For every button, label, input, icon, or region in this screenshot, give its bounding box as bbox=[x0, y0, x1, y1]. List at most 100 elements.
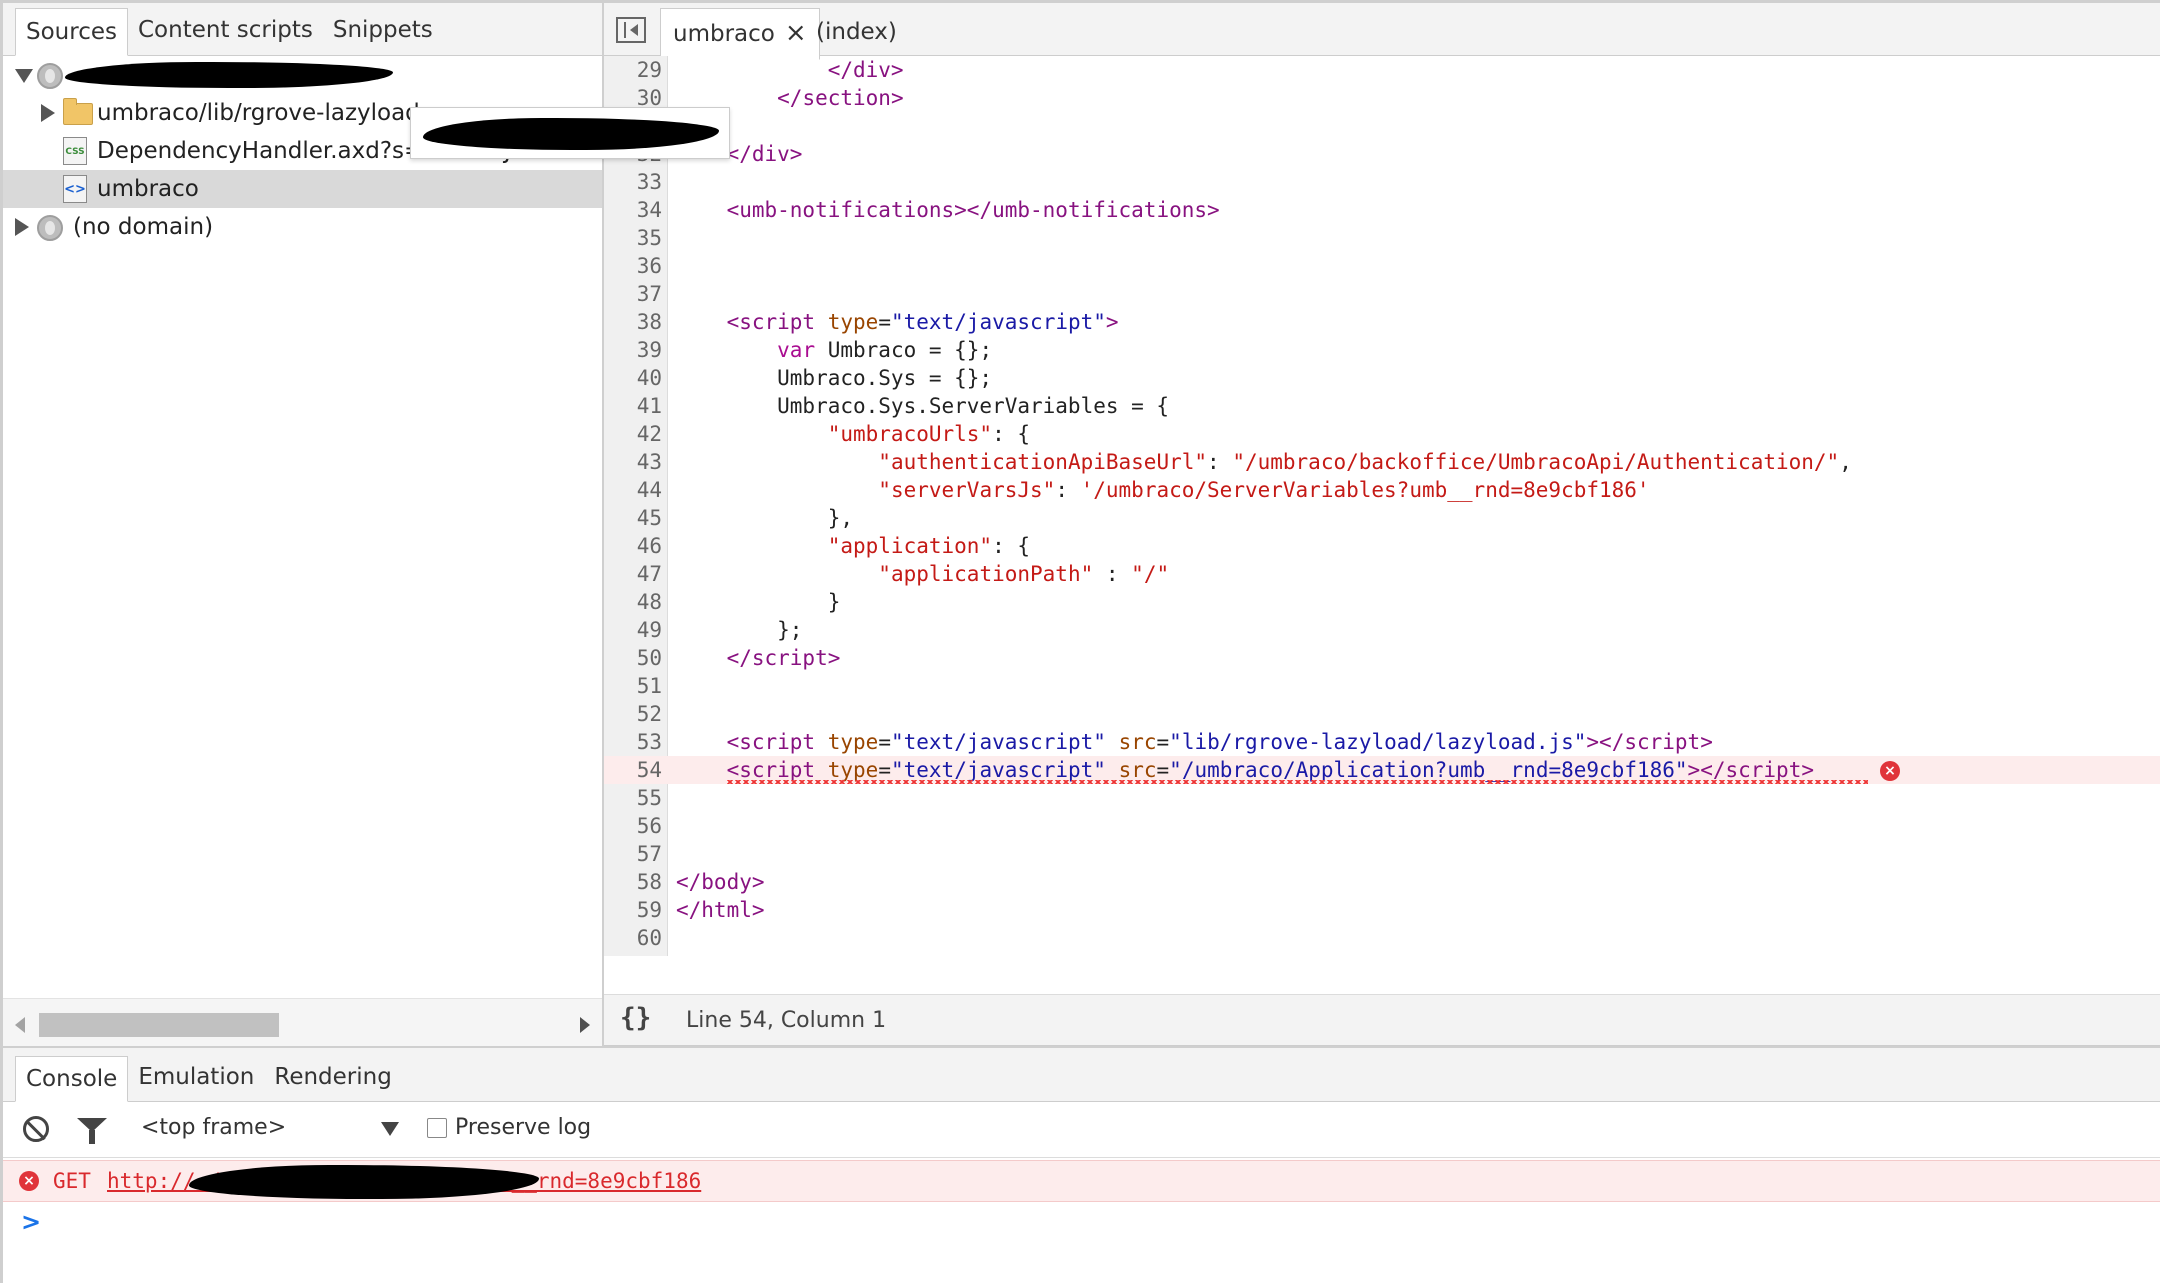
code-line[interactable]: 51 bbox=[604, 672, 2160, 700]
line-number[interactable]: 40 bbox=[604, 364, 662, 392]
code-line[interactable]: 55 bbox=[604, 784, 2160, 812]
code-line[interactable]: 41 Umbraco.Sys.ServerVariables = { bbox=[604, 392, 2160, 420]
cursor-position: Line 54, Column 1 bbox=[686, 1008, 887, 1033]
code-line[interactable]: 38 <script type="text/javascript"> bbox=[604, 308, 2160, 336]
preserve-log-label: Preserve log bbox=[455, 1115, 592, 1140]
tab-umbraco[interactable]: umbraco × bbox=[660, 8, 820, 60]
line-number[interactable]: 42 bbox=[604, 420, 662, 448]
line-number[interactable]: 45 bbox=[604, 504, 662, 532]
line-number[interactable]: 46 bbox=[604, 532, 662, 560]
code-text: }, bbox=[676, 506, 854, 530]
code-line[interactable]: 45 }, bbox=[604, 504, 2160, 532]
line-number[interactable]: 36 bbox=[604, 252, 662, 280]
code-line[interactable]: 56 bbox=[604, 812, 2160, 840]
line-number[interactable]: 44 bbox=[604, 476, 662, 504]
tree-item-no-domain[interactable]: (no domain) bbox=[3, 208, 602, 246]
code-line[interactable]: 36 bbox=[604, 252, 2160, 280]
scroll-right-arrow-icon[interactable] bbox=[580, 1017, 590, 1033]
line-number[interactable]: 56 bbox=[604, 812, 662, 840]
code-line[interactable]: 33 bbox=[604, 168, 2160, 196]
tab-content-scripts[interactable]: Content scripts bbox=[128, 7, 323, 55]
code-line[interactable]: 52 bbox=[604, 700, 2160, 728]
code-line[interactable]: 40 Umbraco.Sys = {}; bbox=[604, 364, 2160, 392]
line-number[interactable]: 59 bbox=[604, 896, 662, 924]
line-number[interactable]: 55 bbox=[604, 784, 662, 812]
code-line[interactable]: 58 </body> bbox=[604, 868, 2160, 896]
code-line[interactable]: 48 } bbox=[604, 588, 2160, 616]
tree-item-label: (no domain) bbox=[73, 214, 214, 240]
code-line[interactable]: 39 var Umbraco = {}; bbox=[604, 336, 2160, 364]
line-number[interactable]: 52 bbox=[604, 700, 662, 728]
line-number[interactable]: 37 bbox=[604, 280, 662, 308]
line-number[interactable]: 29 bbox=[604, 56, 662, 84]
code-line[interactable]: 49 }; bbox=[604, 616, 2160, 644]
tree-item-domain[interactable] bbox=[3, 56, 602, 94]
error-icon[interactable]: × bbox=[1880, 761, 1900, 781]
code-line[interactable]: 53 <script type="text/javascript" src="l… bbox=[604, 728, 2160, 756]
code-line[interactable]: 54 <script type="text/javascript" src="/… bbox=[604, 756, 2160, 784]
line-number[interactable]: 49 bbox=[604, 616, 662, 644]
code-line[interactable]: 30 </section> bbox=[604, 84, 2160, 112]
code-line[interactable]: 44 "serverVarsJs": '/umbraco/ServerVaria… bbox=[604, 476, 2160, 504]
code-line[interactable]: 35 bbox=[604, 224, 2160, 252]
navigator-horizontal-scrollbar[interactable] bbox=[3, 998, 602, 1046]
line-number[interactable]: 43 bbox=[604, 448, 662, 476]
line-number[interactable]: 38 bbox=[604, 308, 662, 336]
code-line[interactable]: 29 </div> bbox=[604, 56, 2160, 84]
line-number[interactable]: 33 bbox=[604, 168, 662, 196]
preserve-log-checkbox[interactable] bbox=[427, 1118, 447, 1138]
collapse-arrow-icon[interactable] bbox=[15, 218, 29, 236]
code-line[interactable]: 37 bbox=[604, 280, 2160, 308]
code-line[interactable]: 57 bbox=[604, 840, 2160, 868]
code-line[interactable]: 50 </script> bbox=[604, 644, 2160, 672]
code-line[interactable]: 32 </div> bbox=[604, 140, 2160, 168]
expand-arrow-icon[interactable] bbox=[15, 69, 33, 83]
tab-console[interactable]: Console bbox=[15, 1056, 129, 1102]
line-number[interactable]: 61 bbox=[604, 952, 662, 956]
console-prompt[interactable]: > bbox=[21, 1208, 41, 1236]
tab-sources[interactable]: Sources bbox=[15, 8, 128, 56]
code-line[interactable]: 47 "applicationPath" : "/" bbox=[604, 560, 2160, 588]
code-area[interactable]: 29 </div>30 </section>3132 </div>3334 <u… bbox=[604, 56, 2160, 956]
scrollbar-thumb[interactable] bbox=[39, 1013, 279, 1037]
tab-index[interactable]: (index) bbox=[816, 8, 897, 60]
frame-selector[interactable]: <top frame> bbox=[141, 1115, 286, 1140]
close-tab-icon[interactable]: × bbox=[785, 9, 807, 57]
code-line[interactable]: 46 "application": { bbox=[604, 532, 2160, 560]
globe-icon bbox=[37, 215, 63, 241]
code-line[interactable]: 60 bbox=[604, 924, 2160, 952]
pretty-print-icon[interactable]: {} bbox=[620, 1003, 651, 1033]
line-number[interactable]: 57 bbox=[604, 840, 662, 868]
code-line[interactable]: 31 bbox=[604, 112, 2160, 140]
line-number[interactable]: 58 bbox=[604, 868, 662, 896]
line-number[interactable]: 51 bbox=[604, 672, 662, 700]
code-line[interactable]: 34 <umb-notifications></umb-notification… bbox=[604, 196, 2160, 224]
line-number[interactable]: 54 bbox=[604, 756, 662, 784]
clear-console-icon[interactable] bbox=[23, 1116, 49, 1142]
line-number[interactable]: 60 bbox=[604, 924, 662, 952]
scroll-left-arrow-icon[interactable] bbox=[15, 1017, 25, 1033]
code-line[interactable]: 43 "authenticationApiBaseUrl": "/umbraco… bbox=[604, 448, 2160, 476]
toggle-navigator-icon[interactable] bbox=[616, 17, 646, 43]
tab-snippets[interactable]: Snippets bbox=[323, 7, 443, 55]
line-number[interactable]: 53 bbox=[604, 728, 662, 756]
code-line[interactable]: 59 </html> bbox=[604, 896, 2160, 924]
line-number[interactable]: 50 bbox=[604, 644, 662, 672]
line-number[interactable]: 35 bbox=[604, 224, 662, 252]
tree-item-document[interactable]: <> umbraco bbox=[3, 170, 602, 208]
line-number[interactable]: 41 bbox=[604, 392, 662, 420]
line-number[interactable]: 47 bbox=[604, 560, 662, 588]
error-icon: × bbox=[19, 1171, 39, 1191]
filter-icon[interactable] bbox=[77, 1118, 107, 1144]
code-line[interactable]: 42 "umbracoUrls": { bbox=[604, 420, 2160, 448]
line-number[interactable]: 39 bbox=[604, 336, 662, 364]
line-number[interactable]: 34 bbox=[604, 196, 662, 224]
tab-rendering[interactable]: Rendering bbox=[264, 1055, 401, 1101]
drawer-tabbar: Console Emulation Rendering bbox=[3, 1046, 2160, 1102]
source-editor: umbraco× (index) 29 </div>30 </section>3… bbox=[604, 0, 2160, 1046]
tab-emulation[interactable]: Emulation bbox=[128, 1055, 264, 1101]
collapse-arrow-icon[interactable] bbox=[41, 104, 55, 122]
code-text: </script> bbox=[726, 646, 841, 670]
line-number[interactable]: 48 bbox=[604, 588, 662, 616]
chevron-down-icon[interactable] bbox=[381, 1122, 399, 1136]
